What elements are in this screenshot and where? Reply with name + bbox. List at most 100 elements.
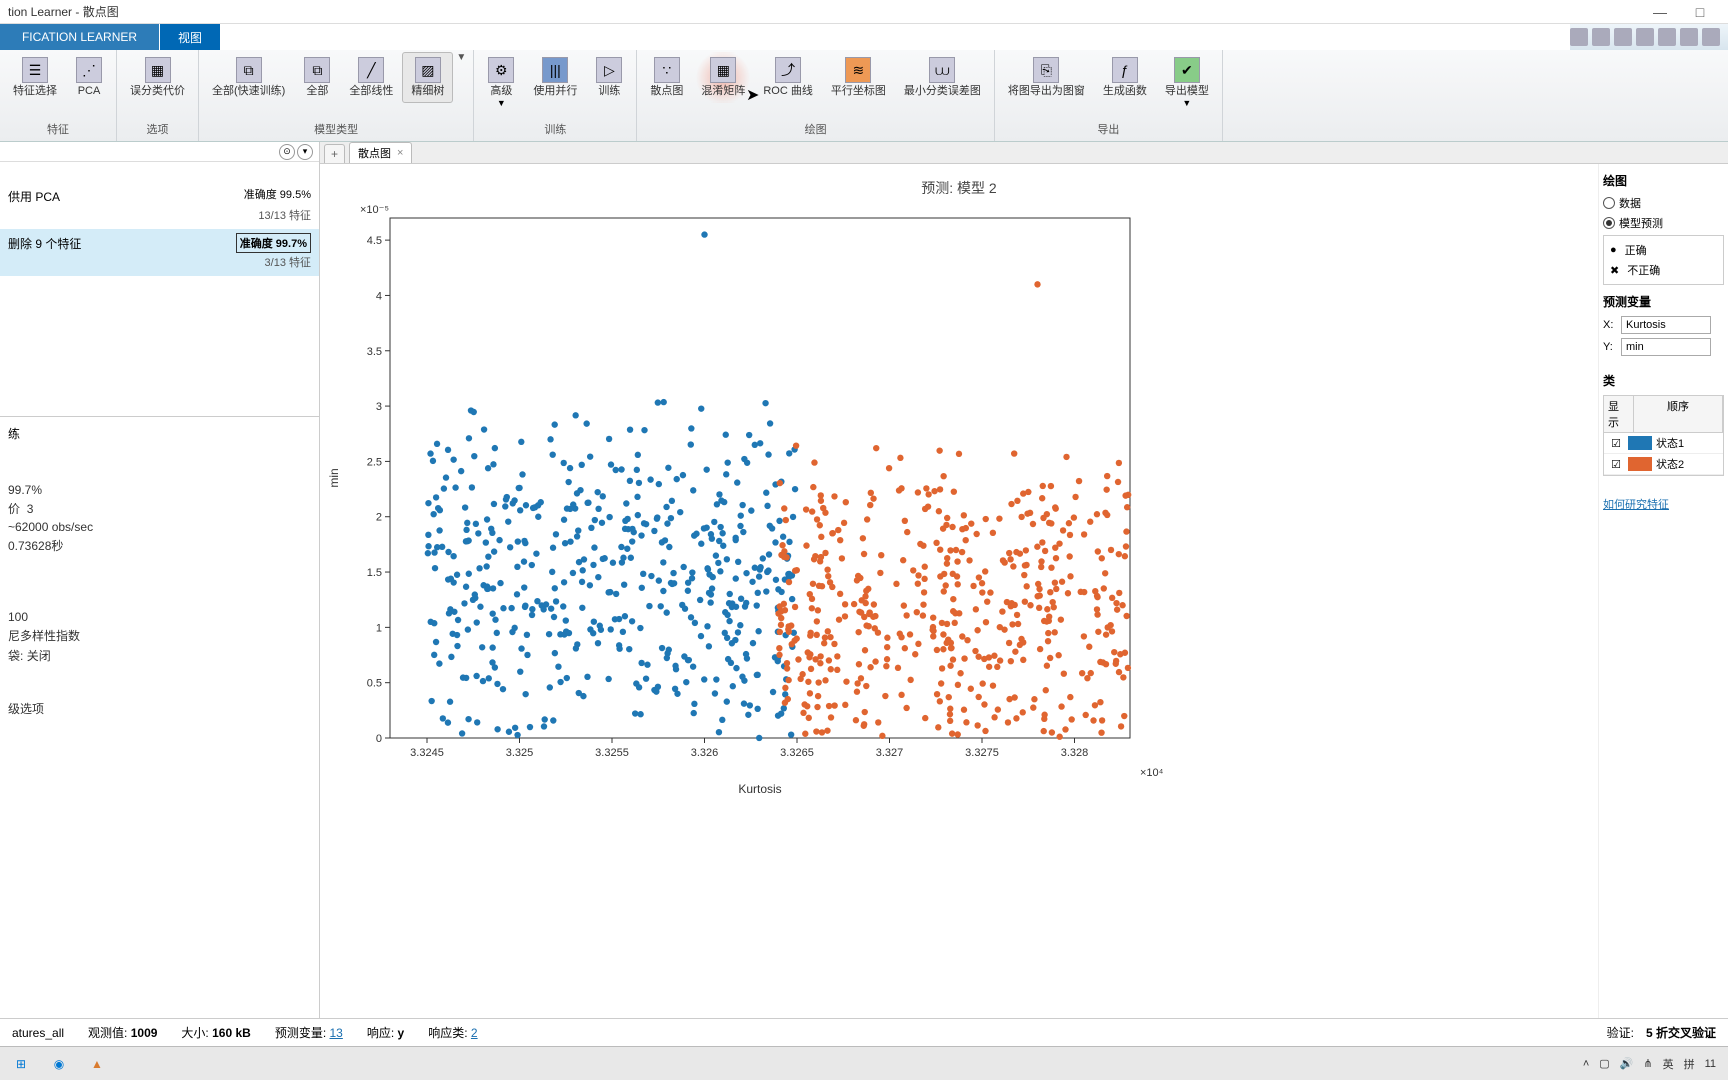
export-icon: ⎘ — [1033, 57, 1059, 83]
tab-classification-learner[interactable]: FICATION LEARNER — [0, 24, 160, 50]
model-item-1[interactable]: 准确度 99.5% 供用 PCA 13/13 特征 — [0, 182, 319, 229]
svg-text:3.325: 3.325 — [506, 747, 534, 759]
model-type-dropdown[interactable]: ▼ — [453, 52, 469, 63]
ime-lang[interactable]: 英 — [1663, 1056, 1674, 1072]
all-fast-button[interactable]: ⧉全部(快速训练) — [203, 52, 294, 103]
class-row-2[interactable]: ☑ 状态2 — [1604, 454, 1723, 475]
svg-text:4: 4 — [376, 290, 382, 302]
chart-icon: ⩊ — [929, 57, 955, 83]
qa-icon-7[interactable] — [1702, 28, 1720, 46]
svg-text:3.3255: 3.3255 — [595, 747, 629, 759]
svg-text:3.3275: 3.3275 — [965, 747, 999, 759]
volume-icon[interactable]: 🔊 — [1620, 1057, 1634, 1070]
chevron-up-icon[interactable]: ˄ — [1583, 1058, 1589, 1070]
matlab-button[interactable]: ▲ — [80, 1050, 114, 1078]
svg-text:3: 3 — [376, 401, 382, 413]
qa-icon-6[interactable] — [1680, 28, 1698, 46]
how-to-investigate-link[interactable]: 如何研究特征 — [1603, 496, 1724, 512]
qa-icon-3[interactable] — [1614, 28, 1632, 46]
tab-view[interactable]: 视图 — [160, 24, 220, 50]
roc-button[interactable]: ⤴ROC 曲线 — [754, 52, 822, 103]
x-variable-select[interactable] — [1621, 316, 1711, 334]
ribbon-group-model-type: ⧉全部(快速训练) ⧉全部 ╱全部线性 ▨精细树 ▼ 模型类型 — [199, 50, 474, 141]
start-button[interactable]: ⊞ — [4, 1050, 38, 1078]
feature-select-button[interactable]: ☰特征选择 — [4, 52, 66, 103]
group-label-plots: 绘图 — [641, 119, 990, 141]
scatter-chart[interactable]: 预测: 模型 2 ×10⁻⁵ ×10⁴ min Kurtosis 00.511.… — [320, 164, 1598, 1018]
parallel-icon: ≋ — [845, 57, 871, 83]
window-title: tion Learner - 散点图 — [8, 3, 119, 20]
group-label-features: 特征 — [4, 119, 112, 141]
group-label-options: 选项 — [121, 119, 194, 141]
class1-color-swatch — [1628, 436, 1652, 450]
advanced-button[interactable]: ⚙高级▼ — [478, 52, 524, 113]
export-figure-button[interactable]: ⎘将图导出为图窗 — [999, 52, 1094, 103]
taskbar: ⊞ ◉ ▲ ˄ ▢ 🔊 ⋔ 英 拼 11 — [0, 1046, 1728, 1080]
svg-text:3.327: 3.327 — [876, 747, 904, 759]
wifi-icon[interactable]: ⋔ — [1643, 1057, 1652, 1070]
qa-icon-4[interactable] — [1636, 28, 1654, 46]
play-icon: ▷ — [596, 57, 622, 83]
x-icon: ✖ — [1610, 264, 1619, 277]
min-error-button[interactable]: ⩊最小分类误差图 — [895, 52, 990, 103]
class1-checkbox[interactable]: ☑ — [1604, 437, 1628, 450]
model-details: 练 99.7% 价 3 ~62000 obs/sec 0.73628秒 100 … — [0, 417, 319, 1018]
class-row-1[interactable]: ☑ 状态1 — [1604, 433, 1723, 454]
svg-text:0.5: 0.5 — [367, 678, 382, 690]
scatter-button[interactable]: ∵散点图 — [641, 52, 692, 103]
tab-scatter[interactable]: 散点图 × — [349, 142, 412, 163]
all-linear-button[interactable]: ╱全部线性 — [340, 52, 402, 103]
svg-text:4.5: 4.5 — [367, 235, 382, 247]
maximize-button[interactable]: □ — [1680, 1, 1720, 23]
use-parallel-button[interactable]: |||使用并行 — [524, 52, 586, 103]
export-model-button[interactable]: ✔导出模型▼ — [1156, 52, 1218, 113]
group-label-training: 训练 — [478, 119, 632, 141]
pca-button[interactable]: ⋰PCA — [66, 52, 112, 103]
svg-text:3.3265: 3.3265 — [780, 747, 814, 759]
panel-menu-button[interactable]: ▾ — [297, 144, 313, 160]
battery-icon[interactable]: ▢ — [1599, 1057, 1609, 1070]
y-variable-select[interactable] — [1621, 338, 1711, 356]
generate-function-button[interactable]: ƒ生成函数 — [1094, 52, 1156, 103]
svg-text:3.5: 3.5 — [367, 346, 382, 358]
line-icon: ╱ — [358, 57, 384, 83]
svg-text:2: 2 — [376, 512, 382, 524]
qa-icon-1[interactable] — [1570, 28, 1588, 46]
prediction-legend: ●正确 ✖不正确 — [1603, 235, 1724, 285]
misclass-cost-button[interactable]: ▦误分类代价 — [121, 52, 194, 103]
panel-options-button[interactable]: ⊙ — [279, 144, 295, 160]
qa-icon-2[interactable] — [1592, 28, 1610, 46]
fine-tree-button[interactable]: ▨精细树 — [402, 52, 453, 103]
train-button[interactable]: ▷训练 — [586, 52, 632, 103]
model-item-2[interactable]: 准确度 99.7% 删除 9 个特征 3/13 特征 — [0, 229, 319, 276]
response-class-link[interactable]: 2 — [471, 1026, 478, 1040]
edge-button[interactable]: ◉ — [42, 1050, 76, 1078]
qa-icon-5[interactable] — [1658, 28, 1676, 46]
add-tab-button[interactable]: + — [324, 144, 345, 163]
ime-mode[interactable]: 拼 — [1684, 1056, 1695, 1072]
document-tabs: + 散点图 × — [320, 142, 1728, 164]
class-section-header: 类 — [1603, 372, 1724, 389]
radio-data[interactable]: 数据 — [1603, 195, 1724, 211]
minimize-button[interactable]: — — [1640, 1, 1680, 23]
class-table: 显示 顺序 ☑ 状态1 ☑ 状态2 — [1603, 395, 1724, 476]
quick-access-toolbar — [1570, 24, 1728, 50]
svg-text:0: 0 — [376, 733, 382, 745]
plot-section-header: 绘图 — [1603, 172, 1724, 189]
model-sub-1: 13/13 特征 — [8, 207, 311, 223]
confusion-matrix-button[interactable]: ▦混淆矩阵 — [692, 52, 754, 103]
matlab-icon: ▲ — [91, 1057, 103, 1071]
plot-options-panel: 绘图 数据 模型预测 ●正确 ✖不正确 预测变量 X: Y: 类 显示 顺序 — [1598, 164, 1728, 1018]
titlebar: tion Learner - 散点图 — □ — [0, 0, 1728, 24]
all-button[interactable]: ⧉全部 — [294, 52, 340, 103]
radio-checked-icon — [1603, 217, 1615, 229]
close-tab-icon[interactable]: × — [397, 147, 403, 159]
ribbon-group-training: ⚙高级▼ |||使用并行 ▷训练 训练 — [474, 50, 637, 141]
radio-model-prediction[interactable]: 模型预测 — [1603, 215, 1724, 231]
predictor-count-link[interactable]: 13 — [330, 1026, 343, 1040]
class2-checkbox[interactable]: ☑ — [1604, 458, 1628, 471]
svg-text:min: min — [327, 468, 341, 487]
bars-icon: ||| — [542, 57, 568, 83]
parallel-coords-button[interactable]: ≋平行坐标图 — [822, 52, 895, 103]
clock[interactable]: 11 — [1705, 1058, 1716, 1070]
